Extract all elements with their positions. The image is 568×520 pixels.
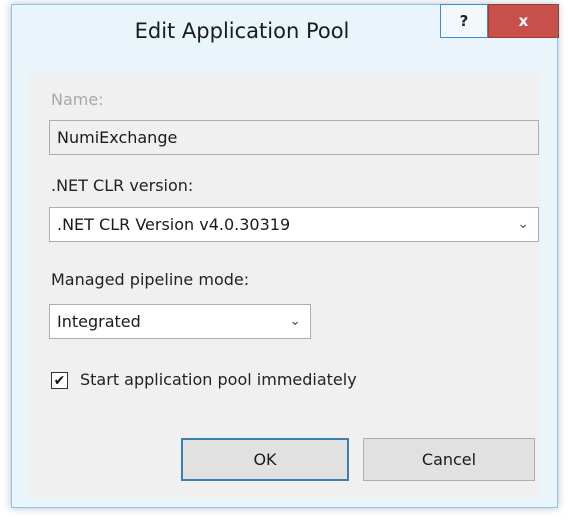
- cancel-button[interactable]: Cancel: [363, 438, 535, 481]
- chevron-down-icon: ⌄: [289, 313, 301, 329]
- name-value: NumiExchange: [57, 128, 178, 147]
- dialog-title: Edit Application Pool: [134, 19, 350, 43]
- help-button[interactable]: ?: [440, 4, 488, 38]
- clr-version-value: .NET CLR Version v4.0.30319: [57, 215, 291, 234]
- ok-button[interactable]: OK: [181, 438, 349, 481]
- close-icon: x: [518, 12, 529, 30]
- checkmark-icon: ✔: [53, 372, 66, 389]
- name-field: NumiExchange: [49, 120, 539, 155]
- start-immediately-checkbox[interactable]: ✔: [51, 372, 68, 389]
- dialog-body: Name: NumiExchange .NET CLR version: .NE…: [29, 74, 540, 497]
- name-label: Name:: [51, 90, 104, 109]
- clr-version-select[interactable]: .NET CLR Version v4.0.30319 ⌄: [49, 207, 539, 242]
- pipeline-mode-label: Managed pipeline mode:: [51, 270, 250, 289]
- start-immediately-label[interactable]: Start application pool immediately: [80, 370, 357, 389]
- pipeline-mode-value: Integrated: [57, 312, 141, 331]
- clr-version-label: .NET CLR version:: [51, 176, 194, 195]
- chevron-down-icon: ⌄: [517, 216, 529, 232]
- close-button[interactable]: x: [488, 4, 559, 38]
- help-icon: ?: [459, 12, 469, 30]
- pipeline-mode-select[interactable]: Integrated ⌄: [49, 304, 311, 339]
